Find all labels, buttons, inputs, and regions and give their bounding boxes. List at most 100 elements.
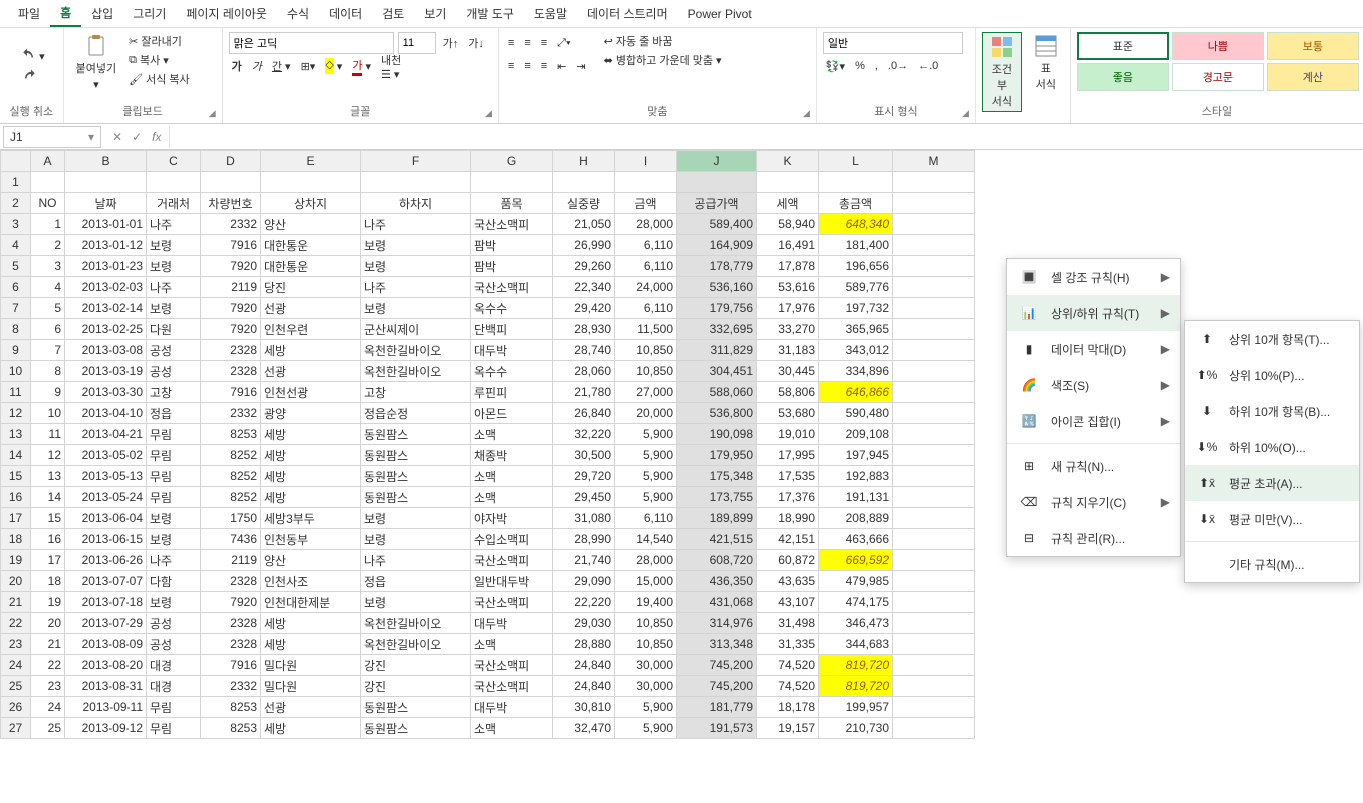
cell[interactable]: 17,376	[757, 487, 819, 508]
cell[interactable]: 30,000	[615, 655, 677, 676]
cell[interactable]: 29,450	[553, 487, 615, 508]
cell[interactable]	[893, 508, 975, 529]
cell[interactable]: 소맥	[471, 424, 553, 445]
cell[interactable]: 32,220	[553, 424, 615, 445]
cell[interactable]: 보령	[361, 508, 471, 529]
cell[interactable]: 28,000	[615, 550, 677, 571]
cell[interactable]: 나주	[147, 214, 201, 235]
undo-button[interactable]: ▾	[15, 46, 48, 66]
merge-center-button[interactable]: ⬌병합하고 가운데 맞춤 ▾	[601, 51, 725, 69]
cell[interactable]	[893, 340, 975, 361]
cell[interactable]: 30,500	[553, 445, 615, 466]
cell[interactable]: 189,899	[677, 508, 757, 529]
cell[interactable]: 17,878	[757, 256, 819, 277]
cell[interactable]: 536,800	[677, 403, 757, 424]
cell[interactable]: 313,348	[677, 634, 757, 655]
cell[interactable]: 인천선광	[261, 382, 361, 403]
cell[interactable]: 30,000	[615, 676, 677, 697]
cell[interactable]: 국산소맥피	[471, 550, 553, 571]
cell[interactable]: 국산소맥피	[471, 655, 553, 676]
comma-button[interactable]: ,	[872, 59, 881, 73]
orientation-button[interactable]: ⤢▾	[554, 36, 573, 51]
cell[interactable]: 5	[31, 298, 65, 319]
cell[interactable]: 소맥	[471, 466, 553, 487]
cell[interactable]: 세방	[261, 634, 361, 655]
cell[interactable]: 고창	[361, 382, 471, 403]
cell[interactable]	[893, 487, 975, 508]
cell[interactable]: 7916	[201, 655, 261, 676]
cut-button[interactable]: ✂잘라내기	[126, 32, 193, 50]
cell[interactable]: 31,080	[553, 508, 615, 529]
row-header-10[interactable]: 10	[1, 361, 31, 382]
underline-button[interactable]: 간▾	[269, 57, 294, 75]
cell[interactable]: 2013-02-14	[65, 298, 147, 319]
row-header-5[interactable]: 5	[1, 256, 31, 277]
cell[interactable]: 21	[31, 634, 65, 655]
cell[interactable]: 2013-01-12	[65, 235, 147, 256]
cell[interactable]: 18,990	[757, 508, 819, 529]
cell[interactable]: 인천대한제분	[261, 592, 361, 613]
cell[interactable]: 365,965	[819, 319, 893, 340]
cell[interactable]	[893, 676, 975, 697]
row-header-21[interactable]: 21	[1, 592, 31, 613]
cell[interactable]: 2	[31, 235, 65, 256]
cell[interactable]: 군산씨제이	[361, 319, 471, 340]
cell[interactable]	[893, 613, 975, 634]
style-normal[interactable]: 표준	[1077, 32, 1169, 60]
cell[interactable]: 보령	[147, 235, 201, 256]
cell[interactable]: 2013-02-03	[65, 277, 147, 298]
cell[interactable]: 7916	[201, 235, 261, 256]
row-header-12[interactable]: 12	[1, 403, 31, 424]
cell[interactable]: 옥천한길바이오	[361, 361, 471, 382]
menu-tab-0[interactable]: 파일	[8, 1, 50, 26]
menu-tab-5[interactable]: 수식	[277, 1, 319, 26]
cell[interactable]: 5,900	[615, 718, 677, 739]
row-header-24[interactable]: 24	[1, 655, 31, 676]
cell[interactable]: 8252	[201, 487, 261, 508]
cell[interactable]: 나주	[361, 214, 471, 235]
cell[interactable]	[893, 571, 975, 592]
cell[interactable]: 선광	[261, 298, 361, 319]
cell[interactable]: 동원팜스	[361, 487, 471, 508]
cell[interactable]	[65, 172, 147, 193]
cell[interactable]: 2013-09-11	[65, 697, 147, 718]
cell[interactable]: 다함	[147, 571, 201, 592]
cell[interactable]: 24	[31, 697, 65, 718]
menu-bottom-10-items[interactable]: ⬇하위 10개 항목(B)...	[1185, 393, 1359, 429]
cell[interactable]: 다원	[147, 319, 201, 340]
cell[interactable]: 421,515	[677, 529, 757, 550]
cell[interactable]: 14	[31, 487, 65, 508]
cell[interactable]: 2013-08-20	[65, 655, 147, 676]
cell[interactable]: 동원팜스	[361, 466, 471, 487]
col-header-C[interactable]: C	[147, 151, 201, 172]
cell[interactable]: 463,666	[819, 529, 893, 550]
align-center-button[interactable]: ≡	[521, 59, 533, 73]
cell[interactable]: 옥수수	[471, 298, 553, 319]
cell[interactable]: 하차지	[361, 193, 471, 214]
row-header-23[interactable]: 23	[1, 634, 31, 655]
row-header-8[interactable]: 8	[1, 319, 31, 340]
cell[interactable]: 대한통운	[261, 256, 361, 277]
cell[interactable]: 2328	[201, 571, 261, 592]
cell[interactable]: 648,340	[819, 214, 893, 235]
cell[interactable]: NO	[31, 193, 65, 214]
col-header-A[interactable]: A	[31, 151, 65, 172]
cell[interactable]: 나주	[361, 550, 471, 571]
cell[interactable]: 2328	[201, 634, 261, 655]
cell[interactable]: 22,340	[553, 277, 615, 298]
menu-manage-rules[interactable]: ⊟규칙 관리(R)...	[1007, 520, 1180, 556]
enter-formula-button[interactable]: ✓	[128, 130, 146, 144]
menu-tab-3[interactable]: 그리기	[123, 1, 176, 26]
cell[interactable]: 공성	[147, 361, 201, 382]
cell[interactable]: 무림	[147, 445, 201, 466]
cell[interactable]: 팜박	[471, 235, 553, 256]
cell[interactable]: 819,720	[819, 655, 893, 676]
cell[interactable]: 60,872	[757, 550, 819, 571]
cell[interactable]: 7436	[201, 529, 261, 550]
cell[interactable]: 2013-07-29	[65, 613, 147, 634]
clipboard-launcher[interactable]: ◢	[209, 108, 216, 119]
cell[interactable]: 2013-07-18	[65, 592, 147, 613]
cell[interactable]: 173,755	[677, 487, 757, 508]
cell[interactable]: 양산	[261, 214, 361, 235]
cell[interactable]: 20	[31, 613, 65, 634]
